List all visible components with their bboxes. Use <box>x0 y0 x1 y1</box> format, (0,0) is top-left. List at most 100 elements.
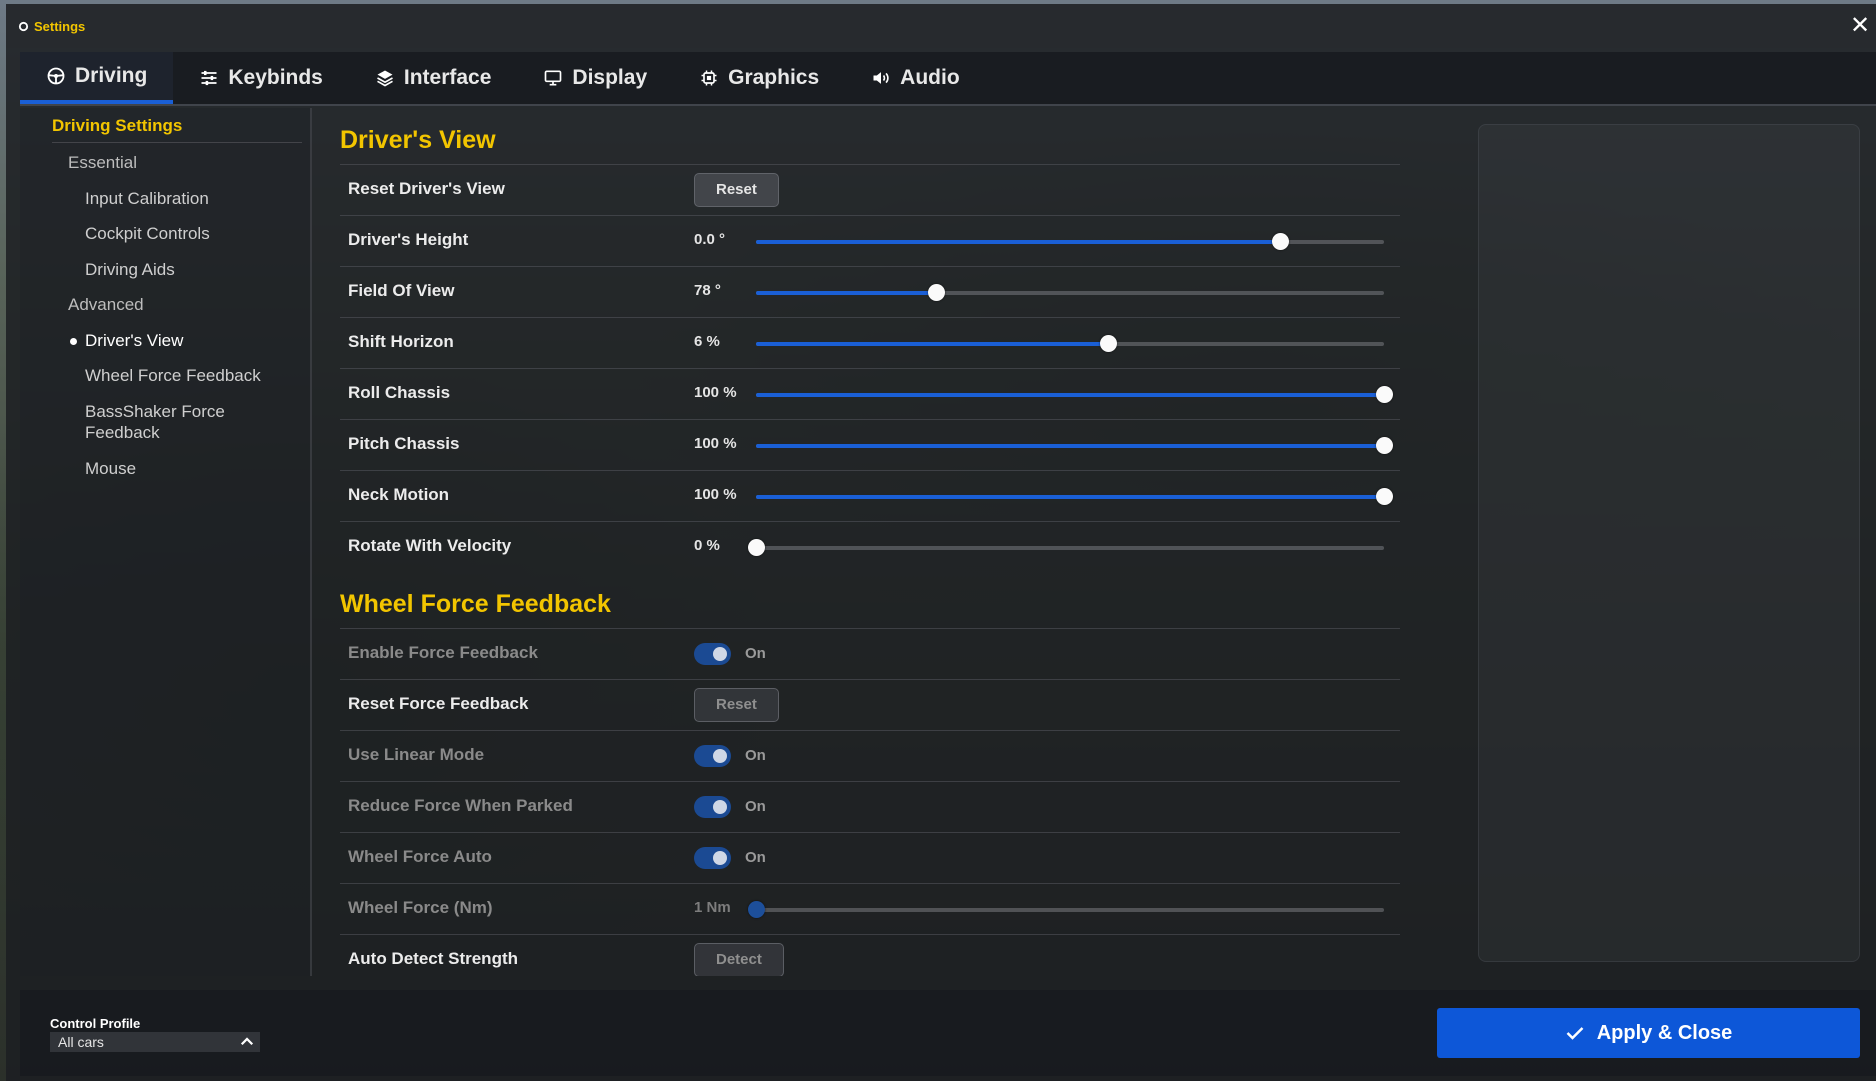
setting-row-wheel-force-nm: Wheel Force (Nm) 1 Nm <box>340 883 1400 934</box>
sidebar-item-advanced[interactable]: Advanced <box>68 294 144 315</box>
chevron-up-icon <box>240 1037 254 1046</box>
setting-value: 100 % <box>694 435 737 452</box>
tab-display[interactable]: Display <box>517 52 673 104</box>
speaker-icon <box>873 72 889 84</box>
tab-label: Keybinds <box>228 66 323 89</box>
tab-label: Driving <box>75 64 148 87</box>
slider-thumb[interactable] <box>748 539 765 556</box>
sidebar-item-input-calibration[interactable]: Input Calibration <box>85 188 209 209</box>
sidebar: Driving Settings Essential Input Calibra… <box>20 108 312 976</box>
setting-row-rotate-with-velocity: Rotate With Velocity 0 % <box>340 521 1400 572</box>
sidebar-item-mouse[interactable]: Mouse <box>85 458 136 479</box>
shift-horizon-slider[interactable] <box>756 335 1384 352</box>
setting-row-wheel-force-auto: Wheel Force Auto On <box>340 832 1400 883</box>
tab-bar: Driving Keybinds Interface Display Graph… <box>20 52 1876 106</box>
window-title: Settings <box>18 19 85 34</box>
setting-label: Reduce Force When Parked <box>348 796 573 815</box>
setting-row-enable-force-feedback: Enable Force Feedback On <box>340 628 1400 679</box>
tab-label: Graphics <box>728 66 820 89</box>
control-profile-select[interactable]: All cars <box>50 1032 260 1052</box>
setting-row-auto-detect-strength: Auto Detect Strength Detect <box>340 934 1400 976</box>
toggle-knob <box>713 800 727 814</box>
tab-label: Interface <box>403 66 492 89</box>
setting-label: Shift Horizon <box>348 332 454 351</box>
slider-fill <box>756 342 1108 346</box>
tab-audio[interactable]: Audio <box>845 52 985 104</box>
setting-label: Field Of View <box>348 281 455 300</box>
setting-value: 78 ° <box>694 282 721 299</box>
tab-driving[interactable]: Driving <box>20 52 174 104</box>
settings-content: Driver's View Reset Driver's View Reset … <box>332 108 1402 976</box>
sidebar-item-driving-aids[interactable]: Driving Aids <box>85 259 175 280</box>
slider-thumb[interactable] <box>748 901 765 918</box>
slider-fill <box>756 495 1384 499</box>
slider-thumb[interactable] <box>1376 437 1393 454</box>
control-profile-value: All cars <box>58 1034 104 1050</box>
slider-thumb[interactable] <box>1376 488 1393 505</box>
roll-chassis-slider[interactable] <box>756 386 1393 403</box>
setting-row-reset-force-feedback: Reset Force Feedback Reset <box>340 679 1400 730</box>
setting-value: 0 % <box>694 537 720 554</box>
tab-interface[interactable]: Interface <box>349 52 518 104</box>
tab-graphics[interactable]: Graphics <box>673 52 845 104</box>
toggle-state: On <box>745 645 766 662</box>
wheel-force-auto-toggle[interactable] <box>694 847 731 869</box>
sidebar-item-cockpit-controls[interactable]: Cockpit Controls <box>85 223 210 244</box>
setting-row-reduce-force-when-parked: Reduce Force When Parked On <box>340 781 1400 832</box>
monitor-icon <box>545 70 562 86</box>
setting-label: Neck Motion <box>348 485 450 504</box>
field-of-view-slider[interactable] <box>756 284 1384 301</box>
sidebar-item-drivers-view[interactable]: Driver's View <box>85 330 183 351</box>
tab-keybinds[interactable]: Keybinds <box>173 52 349 104</box>
neck-motion-slider[interactable] <box>756 488 1393 505</box>
setting-row-roll-chassis: Roll Chassis 100 % <box>340 368 1400 419</box>
reset-force-feedback-button[interactable]: Reset <box>694 688 779 722</box>
sidebar-item-bassshaker-force-feedback[interactable]: BassShaker Force Feedback <box>85 401 285 443</box>
setting-label: Driver's Height <box>348 230 469 249</box>
section-title-wheel-force-feedback: Wheel Force Feedback <box>340 590 611 618</box>
enable-force-feedback-toggle[interactable] <box>694 643 731 665</box>
setting-value: 6 % <box>694 333 720 350</box>
toggle-knob <box>713 749 727 763</box>
setting-label: Reset Driver's View <box>348 179 505 198</box>
slider-thumb[interactable] <box>1271 233 1289 250</box>
setting-value: 1 Nm <box>694 899 731 916</box>
drivers-height-slider[interactable] <box>756 233 1384 250</box>
reset-drivers-view-button[interactable]: Reset <box>694 173 779 207</box>
sidebar-heading: Driving Settings <box>52 116 183 135</box>
tab-label: Display <box>572 66 648 89</box>
sidebar-item-wheel-force-feedback[interactable]: Wheel Force Feedback <box>85 365 261 386</box>
toggle-state: On <box>745 849 766 866</box>
setting-row-neck-motion: Neck Motion 100 % <box>340 470 1400 521</box>
gear-icon <box>18 21 29 31</box>
setting-label: Wheel Force (Nm) <box>348 898 493 917</box>
checkmark-icon <box>1566 1027 1584 1040</box>
detect-button[interactable]: Detect <box>694 943 784 976</box>
setting-row-shift-horizon: Shift Horizon 6 % <box>340 317 1400 368</box>
toggle-knob <box>713 647 727 661</box>
pitch-chassis-slider[interactable] <box>756 437 1393 454</box>
steering-wheel-icon <box>47 67 65 85</box>
slider-thumb[interactable] <box>928 284 946 301</box>
wheel-force-slider[interactable] <box>748 901 1384 918</box>
sidebar-divider <box>52 142 302 143</box>
slider-fill <box>756 291 937 295</box>
rotate-with-velocity-slider[interactable] <box>748 539 1384 556</box>
apply-label: Apply & Close <box>1596 1021 1733 1044</box>
setting-label: Roll Chassis <box>348 383 451 402</box>
reduce-force-when-parked-toggle[interactable] <box>694 796 731 818</box>
sidebar-item-essential[interactable]: Essential <box>68 152 137 173</box>
apply-and-close-button[interactable]: Apply & Close <box>1437 1008 1860 1058</box>
setting-label: Pitch Chassis <box>348 434 460 453</box>
setting-value: 100 % <box>694 486 737 503</box>
active-item-bullet <box>70 338 77 345</box>
slider-thumb[interactable] <box>1376 386 1393 403</box>
slider-thumb[interactable] <box>1099 335 1117 352</box>
toggle-state: On <box>745 798 766 815</box>
setting-row-pitch-chassis: Pitch Chassis 100 % <box>340 419 1400 470</box>
use-linear-mode-toggle[interactable] <box>694 745 731 767</box>
close-button[interactable]: ✕ <box>1848 14 1872 38</box>
tab-label: Audio <box>900 66 960 89</box>
setting-row-reset-drivers-view: Reset Driver's View Reset <box>340 164 1400 215</box>
preview-panel <box>1478 124 1860 962</box>
